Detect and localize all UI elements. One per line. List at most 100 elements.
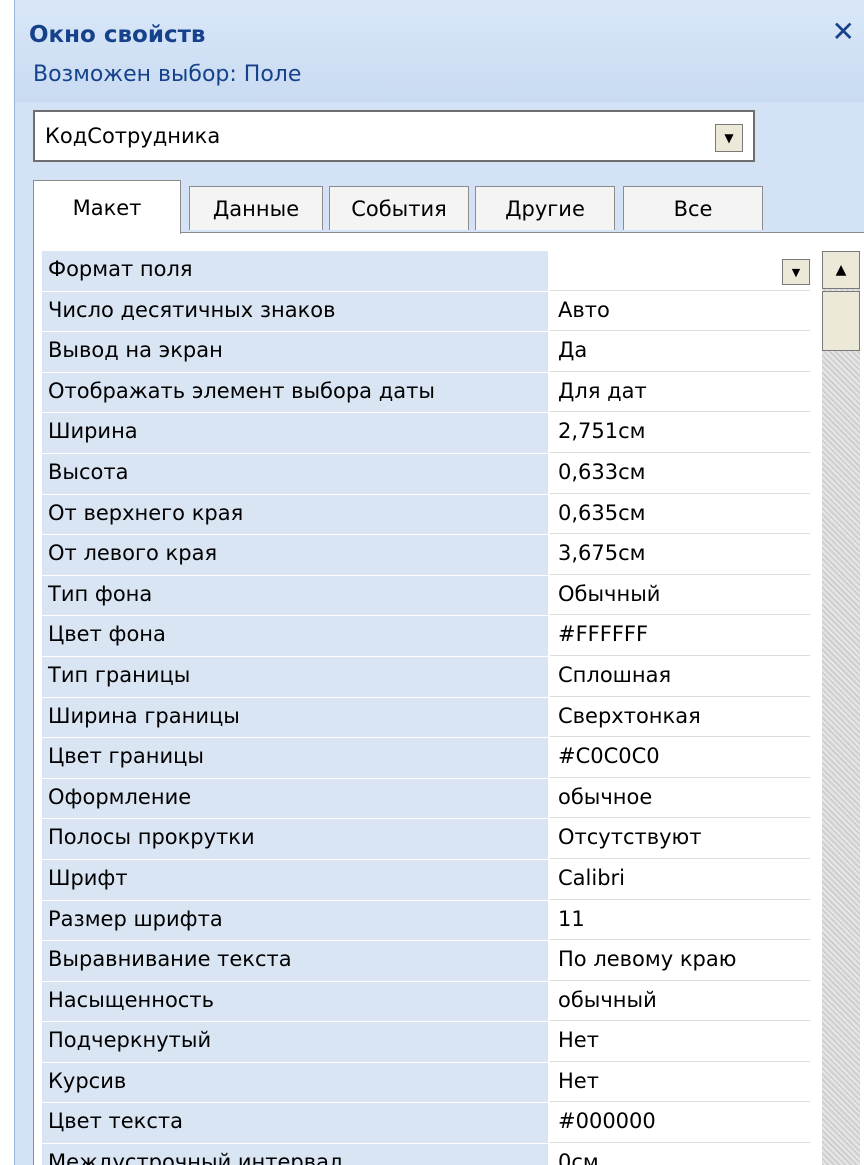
property-grid: Формат поля ▼ Число десятичных знаков Авто В… — [33, 232, 864, 1165]
tab-events[interactable]: События — [329, 186, 469, 230]
property-value[interactable]: Нет — [550, 1062, 810, 1103]
property-name: Формат поля — [42, 251, 550, 291]
property-name: Вывод на экран — [42, 332, 550, 372]
property-value[interactable]: Отсутствуют — [550, 819, 810, 859]
property-row[interactable]: Междустрочный интервал 0см — [42, 1144, 810, 1165]
property-row[interactable]: Число десятичных знаков Авто — [42, 291, 810, 333]
tab-other[interactable]: Другие — [475, 186, 615, 230]
property-value-text: Сверхтонкая — [558, 703, 701, 728]
property-value[interactable]: Сверхтонкая — [550, 697, 810, 738]
chevron-down-icon[interactable]: ▼ — [782, 259, 810, 285]
property-row[interactable]: Ширина границы Сверхтонкая — [42, 697, 810, 739]
tab-layout[interactable]: Макет — [33, 180, 181, 234]
object-selector-value: КодСотрудника — [45, 124, 221, 148]
property-value-text: обычное — [558, 784, 653, 809]
property-row[interactable]: Курсив Нет — [42, 1062, 810, 1104]
tab-data[interactable]: Данные — [189, 186, 323, 230]
property-value-text: Нет — [558, 1028, 599, 1053]
property-value-text: 2,751см — [558, 419, 646, 444]
property-row[interactable]: Цвет фона #FFFFFF — [42, 616, 810, 657]
property-value[interactable]: Да — [550, 332, 810, 372]
property-row[interactable]: Оформление обычное — [42, 778, 810, 820]
property-name: Отображать элемент выбора даты — [42, 372, 550, 413]
property-value[interactable]: #000000 — [550, 1103, 810, 1144]
property-rows: Формат поля ▼ Число десятичных знаков Авто В… — [42, 251, 810, 1165]
property-value[interactable]: 2,751см — [550, 413, 810, 453]
property-value[interactable]: Для дат — [550, 372, 810, 413]
property-value[interactable]: Нет — [550, 1022, 810, 1062]
property-value[interactable]: Сплошная — [550, 656, 810, 697]
property-value[interactable]: #C0C0C0 — [550, 738, 810, 778]
property-value-text: 0,635см — [558, 500, 646, 525]
property-value[interactable]: Авто — [550, 291, 810, 332]
property-value-text: Авто — [558, 297, 610, 322]
property-row[interactable]: Тип фона Обычный — [42, 575, 810, 617]
property-value-text: #FFFFFF — [558, 622, 649, 647]
property-value[interactable]: #FFFFFF — [550, 616, 810, 656]
property-row[interactable]: От верхнего края 0,635см — [42, 494, 810, 536]
property-value[interactable]: ▼ — [550, 251, 810, 291]
property-row[interactable]: Подчеркнутый Нет — [42, 1022, 810, 1063]
property-name: От левого края — [42, 535, 550, 575]
property-value[interactable]: 0см — [550, 1144, 810, 1165]
property-row[interactable]: Выравнивание текста По левому краю — [42, 941, 810, 982]
property-row[interactable]: От левого края 3,675см — [42, 535, 810, 576]
property-value-text: Calibri — [558, 865, 625, 890]
property-row[interactable]: Цвет текста #000000 — [42, 1103, 810, 1145]
property-row[interactable]: Полосы прокрутки Отсутствуют — [42, 819, 810, 860]
property-value[interactable]: обычный — [550, 981, 810, 1022]
property-row[interactable]: Тип границы Сплошная — [42, 656, 810, 698]
property-value[interactable]: Calibri — [550, 859, 810, 900]
property-sheet-panel: Окно свойств ✕ Возможен выбор: Поле КодС… — [14, 0, 864, 1165]
property-value-text: обычный — [558, 987, 657, 1012]
property-value-text: 0,633см — [558, 459, 646, 484]
chevron-down-icon[interactable]: ▼ — [715, 124, 743, 152]
property-name: Цвет текста — [42, 1103, 550, 1144]
panel-title: Окно свойств — [29, 22, 206, 48]
property-value[interactable]: 3,675см — [550, 535, 810, 575]
tab-all[interactable]: Все — [623, 186, 763, 230]
property-value[interactable]: обычное — [550, 778, 810, 819]
property-value-text: 3,675см — [558, 541, 646, 566]
property-name: От верхнего края — [42, 494, 550, 535]
property-row[interactable]: Формат поля ▼ — [42, 251, 810, 292]
property-value-text: Для дат — [558, 378, 647, 403]
property-name: Цвет границы — [42, 738, 550, 778]
property-value-text: #C0C0C0 — [558, 744, 660, 769]
close-icon[interactable]: ✕ — [832, 18, 855, 46]
property-row[interactable]: Насыщенность обычный — [42, 981, 810, 1023]
property-row[interactable]: Размер шрифта 11 — [42, 900, 810, 942]
panel-header: Окно свойств ✕ Возможен выбор: Поле — [15, 0, 864, 102]
property-name: Насыщенность — [42, 981, 550, 1022]
property-name: Тип границы — [42, 656, 550, 697]
property-value[interactable]: 11 — [550, 900, 810, 941]
property-row[interactable]: Цвет границы #C0C0C0 — [42, 738, 810, 779]
property-row[interactable]: Отображать элемент выбора даты Для дат — [42, 372, 810, 414]
property-value-text: #000000 — [558, 1109, 656, 1134]
selection-type-label: Возможен выбор: Поле — [33, 62, 302, 87]
tab-strip: Макет Данные События Другие Все — [29, 180, 769, 234]
property-value-text: По левому краю — [558, 947, 737, 972]
property-name: Полосы прокрутки — [42, 819, 550, 859]
property-name: Ширина границы — [42, 697, 550, 738]
property-row[interactable]: Ширина 2,751см — [42, 413, 810, 454]
property-value-text: Отсутствуют — [558, 825, 702, 850]
property-value[interactable]: По левому краю — [550, 941, 810, 981]
scroll-up-icon[interactable]: ▲ — [822, 251, 860, 289]
vertical-scrollbar[interactable]: ▲ — [822, 251, 860, 1165]
property-value[interactable]: 0,633см — [550, 453, 810, 494]
property-value[interactable]: Обычный — [550, 575, 810, 616]
property-value-text: Сплошная — [558, 662, 672, 687]
property-name: Ширина — [42, 413, 550, 453]
property-name: Высота — [42, 453, 550, 494]
property-value[interactable]: 0,635см — [550, 494, 810, 535]
property-name: Оформление — [42, 778, 550, 819]
scroll-thumb[interactable] — [822, 291, 860, 351]
property-value-text: Нет — [558, 1068, 599, 1093]
property-value-text: 0см — [558, 1150, 599, 1165]
property-row[interactable]: Вывод на экран Да — [42, 332, 810, 373]
property-row[interactable]: Высота 0,633см — [42, 453, 810, 495]
property-row[interactable]: Шрифт Calibri — [42, 859, 810, 901]
property-name: Число десятичных знаков — [42, 291, 550, 332]
object-selector-combo[interactable]: КодСотрудника ▼ — [33, 110, 755, 162]
